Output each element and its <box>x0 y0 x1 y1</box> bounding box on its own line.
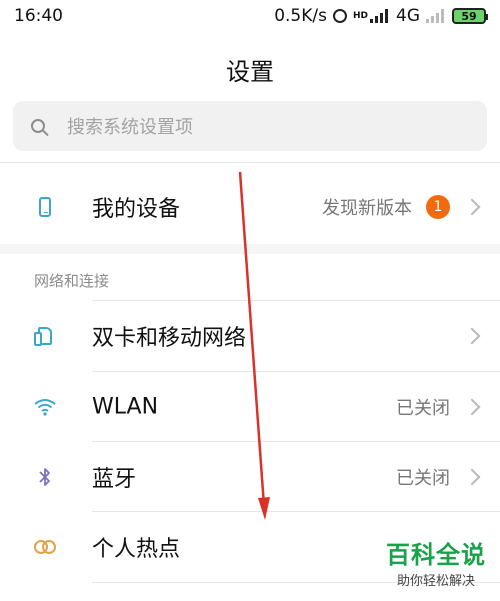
wlan-status: 已关闭 <box>396 398 450 419</box>
my-device-item[interactable]: 我的设备 发现新版本 1 <box>0 172 500 242</box>
bluetooth-item[interactable]: 蓝牙 已关闭 <box>0 442 500 512</box>
bluetooth-label: 蓝牙 <box>92 467 137 492</box>
search-input[interactable]: 搜索系统设置项 <box>13 101 487 151</box>
bluetooth-status: 已关闭 <box>396 468 450 489</box>
bluetooth-icon <box>34 466 56 488</box>
divider <box>0 162 500 163</box>
watermark-subtitle: 助你轻松解决 <box>396 574 475 589</box>
chevron-right-icon <box>463 398 481 416</box>
wlan-item[interactable]: WLAN 已关闭 <box>0 372 500 442</box>
status-bar: 16:40 0.5K/s HD 4G 59 <box>0 0 500 32</box>
hd-label: HD <box>352 11 368 21</box>
search-icon <box>31 119 45 133</box>
signal-secondary-icon <box>426 9 446 23</box>
network-type: 4G <box>396 6 420 26</box>
status-indicators: 0.5K/s HD 4G 59 <box>274 6 488 26</box>
phone-icon <box>34 196 56 218</box>
update-badge: 1 <box>426 195 450 219</box>
wifi-icon <box>34 396 56 418</box>
network-speed: 0.5K/s <box>274 6 327 26</box>
sim-card-icon <box>34 325 56 347</box>
hotspot-icon <box>34 536 56 558</box>
section-header-network: 网络和连接 <box>34 272 110 290</box>
hotspot-label: 个人热点 <box>92 537 181 562</box>
battery-icon: 59 <box>452 8 488 24</box>
page-title: 设置 <box>226 58 274 86</box>
watermark: 百科全说 助你轻松解决 <box>386 535 486 589</box>
sidebar-item-dual-sim[interactable]: 双卡和移动网络 <box>0 301 500 371</box>
signal-icon <box>370 9 390 23</box>
section-gap <box>0 244 500 254</box>
alarm-icon <box>332 9 347 23</box>
my-device-label: 我的设备 <box>92 197 181 222</box>
chevron-right-icon <box>463 327 481 345</box>
chevron-right-icon <box>463 468 481 486</box>
search-placeholder: 搜索系统设置项 <box>67 117 193 138</box>
my-device-value: 发现新版本 <box>322 198 412 219</box>
watermark-title: 百科全说 <box>386 541 486 569</box>
status-time: 16:40 <box>14 6 63 26</box>
chevron-right-icon <box>463 198 481 216</box>
dual-sim-label: 双卡和移动网络 <box>92 326 247 351</box>
wlan-label: WLAN <box>92 394 159 420</box>
